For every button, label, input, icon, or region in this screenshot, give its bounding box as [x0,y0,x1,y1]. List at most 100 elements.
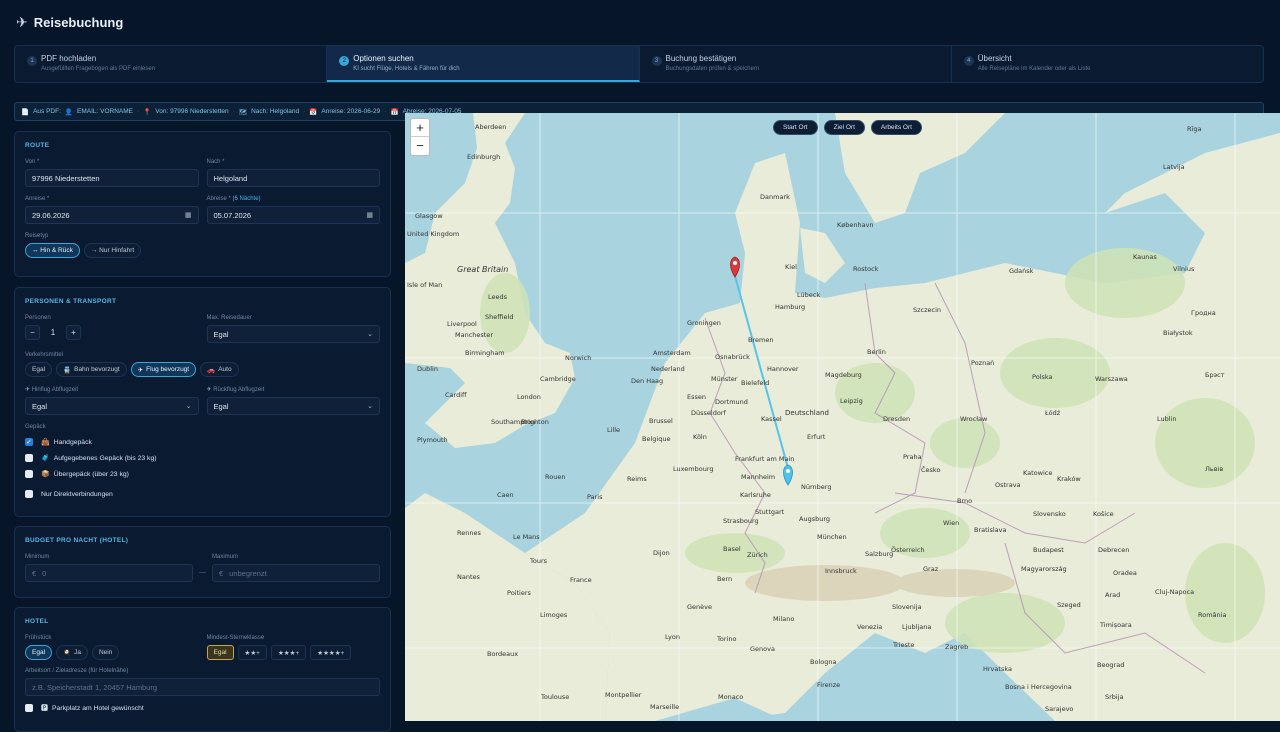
airplane-icon: ✈ [137,366,144,374]
stars-4-chip[interactable]: ★★★★+ [310,645,352,660]
map-label: Belgique [642,435,671,443]
checkbox-unchecked[interactable] [25,470,33,478]
budget-max-input[interactable]: € unbegrenzt [212,564,380,582]
checkbox-unchecked[interactable] [25,704,33,712]
departure-date-input[interactable]: 05.07.2026 ▦ [206,206,380,224]
map-label: Poznań [971,359,995,367]
to-input[interactable]: Helgoland [206,169,380,187]
map-label: Birmingham [465,349,505,357]
map-label: United Kingdom [407,230,460,238]
decrement-button[interactable]: − [25,325,40,340]
map-label: Genève [687,603,713,611]
map-label: Sheffield [485,313,514,321]
map-label: Hrvatska [983,665,1012,673]
parking-checkbox[interactable]: 🅿 Parkplatz am Hotel gewünscht [25,700,380,716]
from-input[interactable]: 97996 Niederstetten [25,169,199,187]
calendar-icon[interactable]: ▦ [366,211,373,219]
map-label: Гродна [1191,309,1216,317]
chevron-down-icon: ⌄ [367,403,373,410]
map-label: Nantes [457,573,480,581]
transport-car-chip[interactable]: 🚗 Auto [200,362,239,377]
transport-flight-chip[interactable]: ✈ Flug bevorzugt [130,362,197,377]
roundtrip-chip[interactable]: ↔ Hin & Rück [25,243,80,258]
airplane-icon: ✈ [16,13,28,30]
checkbox-unchecked[interactable] [25,454,33,462]
budget-min-input[interactable]: €0 [25,564,193,582]
maxdur-select[interactable]: Egal ⌄ [206,325,380,343]
arrival-date-input[interactable]: 29.06.2026 ▦ [25,206,199,224]
wizard-steps: 1 PDF hochladen Ausgefüllten Fragebogen … [14,45,1264,83]
stars-2-chip[interactable]: ★★+ [237,645,267,660]
route-map[interactable]: Great Britain Danmark Hamburg Bremen Han… [405,113,1280,721]
chip-label: Flug bevorzugt [146,366,190,373]
transport-train-chip[interactable]: 🚆 Bahn bevorzugt [56,362,127,377]
map-label: Münster [711,375,738,383]
workplace-placeholder: z.B. Speicherstadt 1, 20457 Hamburg [32,682,158,692]
stars-any-chip[interactable]: Egal [206,645,234,660]
route-heading: ROUTE [25,142,50,149]
zoom-in-button[interactable]: + [411,119,429,137]
map-label: Aberdeen [475,123,507,131]
direct-only-checkbox[interactable]: Nur Direktverbindungen [25,486,380,502]
luggage-carryon-checkbox[interactable]: ✓ 👜 Handgepäck [25,434,380,450]
map-tiles [405,113,1280,721]
map-label: Bielefeld [741,379,770,387]
breakfast-no-chip[interactable]: Nein [91,645,120,660]
oneway-chip[interactable]: → Nur Hinfahrt [83,243,142,258]
max-label: Maximum [212,554,239,560]
map-label: Innsbruck [825,567,857,575]
step-search-options[interactable]: 2 Optionen suchen KI sucht Flüge, Hotels… [327,46,640,82]
map-label: Firenze [817,681,841,689]
step-subtitle: Buchungsdaten prüfen & speichern [665,66,760,72]
separator: · [303,108,306,115]
map-label: Bologna [810,658,837,666]
start-location-button[interactable]: Start Ort [773,120,818,135]
map-icon: 🗺 [238,108,248,116]
map-label: Luxembourg [673,465,714,473]
transport-any-chip[interactable]: Egal [25,362,53,377]
return-time-select[interactable]: Egal ⌄ [206,397,380,415]
increment-button[interactable]: + [66,325,81,340]
map-label: Брэст [1205,371,1225,379]
map-label: Deutschland [785,409,829,417]
map-label: Bratislava [974,526,1007,534]
workplace-input[interactable]: z.B. Speicherstadt 1, 20457 Hamburg [25,678,380,696]
map-label: Isle of Man [407,281,443,289]
map-label: Dresden [883,415,911,423]
page-title: Reisebuchung [33,14,124,30]
step-upload-pdf[interactable]: 1 PDF hochladen Ausgefüllten Fragebogen … [15,46,328,82]
hotel-heading: HOTEL [25,618,49,625]
luggage-checked-checkbox[interactable]: 🧳 Aufgegebenes Gepäck (bis 23 kg) [25,450,380,466]
work-location-button[interactable]: Arbeits Ort [870,120,922,135]
map-label: Srbija [1105,693,1124,701]
zoom-out-button[interactable]: − [411,137,429,155]
map-label: Львів [1205,465,1224,473]
train-icon: 🚆 [63,366,72,374]
map-label: Zagreb [945,643,969,651]
breakfast-yes-chip[interactable]: 🍳 Ja [56,645,88,660]
destination-location-button[interactable]: Ziel Ort [823,120,865,135]
checkbox-label: Aufgegebenes Gepäck (bis 23 kg) [53,454,157,462]
luggage-excess-checkbox[interactable]: 📦 Übergepäck (über 23 kg) [25,466,380,482]
from-label: Von * [25,159,40,165]
map-label: Danmark [760,193,790,201]
breakfast-any-chip[interactable]: Egal [25,645,53,660]
step-overview[interactable]: 4 Übersicht Alle Reisepläne im Kalender … [952,46,1263,82]
checkbox-checked[interactable]: ✓ [25,438,33,446]
info-email: EMAIL: VORNAME [77,108,133,115]
checkbox-unchecked[interactable] [25,490,33,498]
breakfast-label: Frühstück [25,635,52,641]
calendar-icon[interactable]: ▦ [185,211,192,219]
map-label: Nürnberg [801,483,832,491]
stars-3-chip[interactable]: ★★★+ [270,645,307,660]
step-confirm-booking[interactable]: 3 Buchung bestätigen Buchungsdaten prüfe… [640,46,952,82]
map-label: Edinburgh [467,153,501,161]
map-label: Brno [957,497,973,505]
checkbox-label: Übergepäck (über 23 kg) [53,470,129,478]
map-label: Rouen [545,473,566,481]
map-label: Marseille [650,703,680,711]
map-label: Le Mans [513,533,540,541]
map-label: Rostock [853,265,879,273]
outbound-time-select[interactable]: Egal ⌄ [25,397,199,415]
airplane-icon: ✈ [25,387,31,393]
